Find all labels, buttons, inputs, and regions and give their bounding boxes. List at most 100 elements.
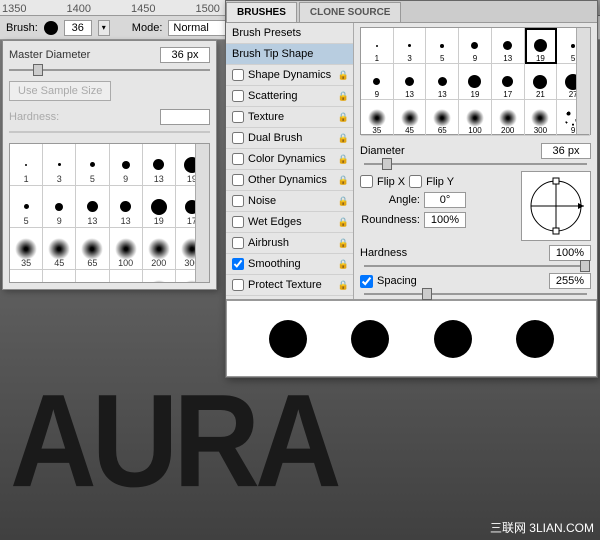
- brush-preset-cell[interactable]: 9: [10, 270, 43, 283]
- brush-presets-item[interactable]: Brush Presets: [226, 23, 353, 44]
- option-checkbox[interactable]: [232, 216, 244, 228]
- brush-tip-cell[interactable]: 1: [361, 28, 394, 64]
- brush-preset-cell[interactable]: 1: [10, 144, 43, 186]
- brush-preset-cell[interactable]: 5: [10, 186, 43, 228]
- brush-preset-cell[interactable]: 200: [143, 228, 176, 270]
- lock-icon: 🔒: [338, 196, 349, 207]
- roundness-field[interactable]: 100%: [424, 212, 466, 228]
- spacing-checkbox[interactable]: [360, 275, 373, 288]
- brush-tip-cell[interactable]: 21: [525, 64, 558, 100]
- brush-tip-cell[interactable]: 9: [459, 28, 492, 64]
- brush-tip-cell[interactable]: 19: [459, 64, 492, 100]
- spacing-slider[interactable]: [364, 293, 587, 295]
- option-checkbox[interactable]: [232, 111, 244, 123]
- master-diameter-slider[interactable]: [9, 69, 210, 71]
- brush-tip-cell[interactable]: 300: [525, 100, 558, 136]
- brush-tip-cell[interactable]: 3: [394, 28, 427, 64]
- brush-tip-cell[interactable]: 13: [426, 64, 459, 100]
- brush-size-field[interactable]: 36: [64, 20, 92, 36]
- brush-tip-cell[interactable]: 100: [459, 100, 492, 136]
- brush-option-item[interactable]: Dual Brush🔒: [226, 128, 353, 149]
- lock-icon: 🔒: [338, 154, 349, 165]
- option-checkbox[interactable]: [232, 90, 244, 102]
- option-checkbox[interactable]: [232, 195, 244, 207]
- brush-tip-cell[interactable]: 200: [492, 100, 525, 136]
- brush-option-item[interactable]: Scattering🔒: [226, 86, 353, 107]
- option-label: Dual Brush: [248, 132, 302, 144]
- brush-preset-cell[interactable]: 9: [43, 186, 76, 228]
- brush-preset-cell[interactable]: 19: [143, 186, 176, 228]
- brush-preset-cell[interactable]: 65: [76, 228, 109, 270]
- brush-option-item[interactable]: Color Dynamics🔒: [226, 149, 353, 170]
- brush-tip-cell[interactable]: 45: [394, 100, 427, 136]
- brush-preset-cell[interactable]: 3: [43, 144, 76, 186]
- brush-dropdown-icon[interactable]: ▾: [98, 20, 110, 36]
- brush-tip-cell[interactable]: 65: [426, 100, 459, 136]
- hardness-slider[interactable]: [364, 265, 587, 267]
- brush-preset-cell[interactable]: 13: [110, 186, 143, 228]
- brush-option-item[interactable]: Airbrush🔒: [226, 233, 353, 254]
- scrollbar[interactable]: [195, 144, 209, 282]
- brush-tip-cell[interactable]: 9: [361, 64, 394, 100]
- brush-tip-cell[interactable]: 5: [426, 28, 459, 64]
- tab-brushes[interactable]: BRUSHES: [226, 2, 297, 22]
- flip-y-checkbox[interactable]: [409, 175, 422, 188]
- scrollbar[interactable]: [576, 28, 590, 134]
- brush-preset-cell[interactable]: 13: [143, 144, 176, 186]
- brush-option-item[interactable]: Protect Texture🔒: [226, 275, 353, 296]
- brush-preset-cell[interactable]: 35: [10, 228, 43, 270]
- brushes-panel: BRUSHES CLONE SOURCE Brush Presets Brush…: [225, 0, 598, 378]
- hardness-field[interactable]: 100%: [549, 245, 591, 261]
- option-checkbox[interactable]: [232, 258, 244, 270]
- brush-option-item[interactable]: Other Dynamics🔒: [226, 170, 353, 191]
- option-checkbox[interactable]: [232, 237, 244, 249]
- brush-preset-cell[interactable]: 9: [110, 144, 143, 186]
- brush-tip-cell[interactable]: 35: [361, 100, 394, 136]
- brush-option-item[interactable]: Texture🔒: [226, 107, 353, 128]
- brush-preset-grid[interactable]: 1359131959131319173545651002003009131917…: [9, 143, 210, 283]
- option-checkbox[interactable]: [232, 174, 244, 186]
- brush-preset-cell[interactable]: 45: [143, 270, 176, 283]
- diameter-slider[interactable]: [364, 163, 587, 165]
- brush-option-item[interactable]: Smoothing🔒: [226, 254, 353, 275]
- brush-preview-icon[interactable]: [44, 21, 58, 35]
- watermark-bottom: 三联网 3LIAN.COM: [490, 519, 594, 536]
- master-diameter-field[interactable]: 36 px: [160, 47, 210, 63]
- brush-option-item[interactable]: Shape Dynamics🔒: [226, 65, 353, 86]
- hardness-label: Hardness:: [9, 111, 59, 123]
- angle-preview-widget[interactable]: [521, 171, 591, 241]
- option-checkbox[interactable]: [232, 132, 244, 144]
- brush-preset-cell[interactable]: 19: [76, 270, 109, 283]
- brush-preset-cell[interactable]: 13: [43, 270, 76, 283]
- option-label: Wet Edges: [248, 216, 302, 228]
- brush-tip-cell[interactable]: 13: [492, 28, 525, 64]
- preview-dot-icon: [351, 320, 389, 358]
- brush-tip-grid[interactable]: 13591319591313191721273545651002003009: [360, 27, 591, 135]
- flip-x-checkbox[interactable]: [360, 175, 373, 188]
- brush-preset-cell[interactable]: 100: [110, 228, 143, 270]
- brush-tip-cell[interactable]: 13: [394, 64, 427, 100]
- brush-tip-shape-item[interactable]: Brush Tip Shape: [226, 44, 353, 65]
- lock-icon: 🔒: [338, 280, 349, 291]
- spacing-label: Spacing: [377, 275, 417, 287]
- spacing-field[interactable]: 255%: [549, 273, 591, 289]
- diameter-field[interactable]: 36 px: [541, 143, 591, 159]
- brush-preset-cell[interactable]: 13: [76, 186, 109, 228]
- brush-tip-cell[interactable]: 17: [492, 64, 525, 100]
- brush-preset-cell[interactable]: 45: [43, 228, 76, 270]
- brush-settings-list: Brush Presets Brush Tip Shape Shape Dyna…: [226, 23, 354, 299]
- option-label: Shape Dynamics: [248, 69, 331, 81]
- option-checkbox[interactable]: [232, 279, 244, 291]
- brush-preset-cell[interactable]: 17: [110, 270, 143, 283]
- mode-label: Mode:: [132, 22, 163, 34]
- angle-field[interactable]: 0°: [424, 192, 466, 208]
- tab-clone-source[interactable]: CLONE SOURCE: [299, 2, 402, 22]
- brush-preset-cell[interactable]: 5: [76, 144, 109, 186]
- option-checkbox[interactable]: [232, 69, 244, 81]
- brush-tip-cell[interactable]: 19: [525, 28, 558, 64]
- brush-option-item[interactable]: Noise🔒: [226, 191, 353, 212]
- lock-icon: 🔒: [338, 238, 349, 249]
- brush-option-item[interactable]: Wet Edges🔒: [226, 212, 353, 233]
- roundness-label: Roundness:: [360, 214, 420, 226]
- option-checkbox[interactable]: [232, 153, 244, 165]
